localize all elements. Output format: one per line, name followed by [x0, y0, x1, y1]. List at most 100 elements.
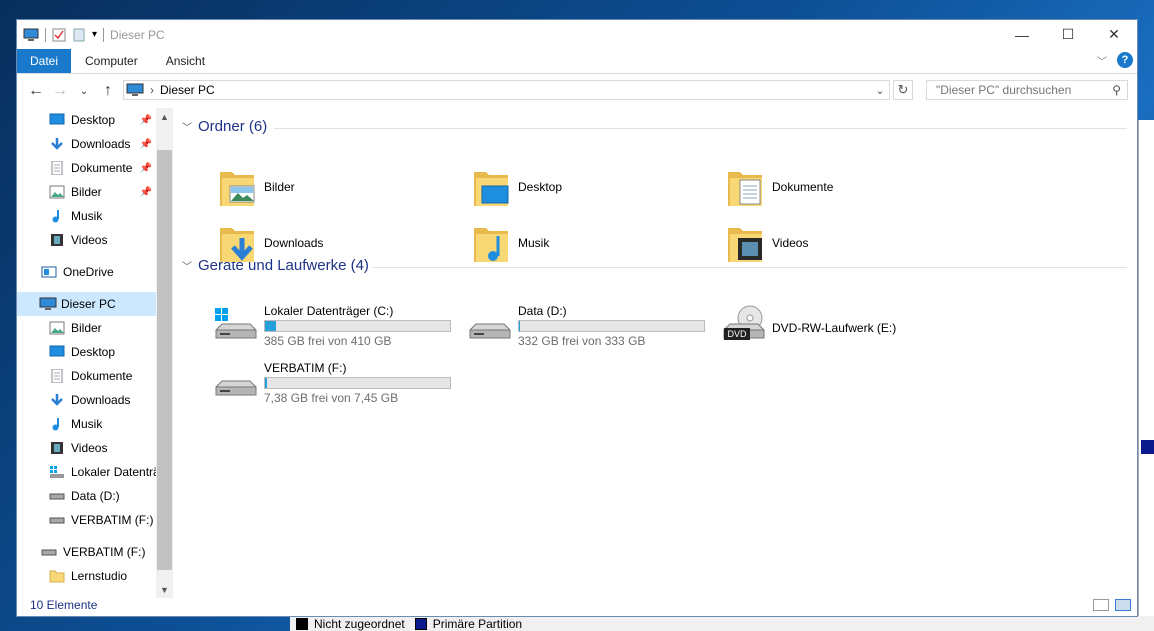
forward-button[interactable]: →: [49, 80, 71, 102]
drive-label: Data (D:): [518, 304, 567, 318]
sidebar-item-label: Downloads: [71, 137, 131, 151]
desktop-icon: [49, 345, 65, 359]
usage-bar: [264, 320, 451, 332]
usage-bar-fill: [265, 321, 276, 331]
explorer-window: ▾ Dieser PC — ☐ ✕ Datei Computer Ansicht…: [16, 19, 1138, 617]
free-space-text: 332 GB frei von 333 GB: [518, 334, 646, 348]
music-icon: [49, 209, 65, 223]
sidebar-item-dokumente[interactable]: Dokumente 📌: [17, 156, 172, 180]
refresh-button[interactable]: ↻: [893, 80, 913, 100]
folder-dokumente[interactable]: Dokumente: [726, 166, 833, 208]
new-folder-icon[interactable]: [72, 28, 86, 42]
drive-2[interactable]: DVD DVD-RW-Laufwerk (E:): [720, 304, 896, 344]
pictures-icon: [49, 321, 65, 335]
pin-icon: 📌: [139, 114, 152, 126]
sidebar-item-musik[interactable]: Musik: [17, 204, 172, 228]
title-bar[interactable]: ▾ Dieser PC — ☐ ✕: [17, 20, 1137, 49]
folder-downloads[interactable]: Downloads: [218, 222, 323, 264]
sidebar-item-5[interactable]: Videos: [17, 436, 172, 460]
scroll-thumb[interactable]: [157, 150, 172, 570]
drive-1[interactable]: Data (D:) 332 GB frei von 333 GB: [466, 304, 705, 348]
sidebar-item-label: VERBATIM (F:): [63, 545, 146, 559]
legend-unallocated: Nicht zugeordnet: [314, 616, 405, 631]
up-button[interactable]: ↑: [97, 80, 119, 102]
expand-ribbon-icon[interactable]: ﹀: [1097, 53, 1107, 68]
onedrive-icon: [41, 265, 57, 279]
sidebar-item-downloads[interactable]: Downloads 📌: [17, 132, 172, 156]
sidebar-item-onedrive[interactable]: OneDrive: [17, 260, 172, 284]
folders-group-title: Ordner (6): [198, 118, 268, 135]
sidebar-item-label: OneDrive: [63, 265, 114, 279]
computer-icon: [39, 297, 57, 311]
recent-locations-button[interactable]: ⌄: [73, 80, 95, 102]
music-folder-icon: [472, 222, 510, 264]
breadcrumb-separator[interactable]: ›: [150, 83, 154, 97]
sidebar-item-videos[interactable]: Videos: [17, 228, 172, 252]
videos-icon: [49, 441, 65, 455]
sidebar-item-1[interactable]: Desktop: [17, 340, 172, 364]
details-view-icon[interactable]: [1093, 599, 1109, 611]
drive-icon: [41, 545, 57, 559]
sidebar-item-desktop[interactable]: Desktop 📌: [17, 108, 172, 132]
status-bar: 10 Elemente: [17, 594, 1137, 616]
sidebar-item-0[interactable]: Bilder: [17, 316, 172, 340]
search-input[interactable]: [934, 82, 1108, 98]
sidebar-item-dieser-pc[interactable]: Dieser PC: [17, 292, 172, 316]
navigation-pane: Desktop 📌 Downloads 📌 Dokumente 📌 Bilder 📌 Musik…: [17, 108, 172, 598]
search-icon: ⚲: [1112, 83, 1121, 97]
item-count: 10 Elemente: [30, 598, 98, 612]
tab-ansicht[interactable]: Ansicht: [152, 49, 219, 73]
back-button[interactable]: ←: [25, 80, 47, 102]
drive-0[interactable]: Lokaler Datenträger (C:) 385 GB frei von …: [212, 304, 451, 348]
free-space-text: 7,38 GB frei von 7,45 GB: [264, 391, 399, 405]
search-box[interactable]: ⚲: [926, 80, 1128, 100]
customize-quick-access-icon[interactable]: ▾: [92, 29, 97, 40]
collapse-icon[interactable]: ﹀: [182, 258, 192, 273]
videos-icon: [49, 233, 65, 247]
sidebar-item-4[interactable]: Musik: [17, 412, 172, 436]
folder-bilder[interactable]: Bilder: [218, 166, 295, 208]
window-title: Dieser PC: [110, 27, 165, 42]
downloads-icon: [49, 137, 65, 151]
sidebar-item-bilder[interactable]: Bilder 📌: [17, 180, 172, 204]
tiles-view-icon[interactable]: [1115, 599, 1131, 611]
sidebar-item-usb[interactable]: VERBATIM (F:): [17, 540, 172, 564]
pin-icon: 📌: [139, 138, 152, 150]
close-button[interactable]: ✕: [1091, 20, 1137, 49]
tab-datei[interactable]: Datei: [17, 49, 72, 73]
maximize-button[interactable]: ☐: [1045, 20, 1091, 49]
folders-group-header[interactable]: ﹀ Ordner (6): [182, 118, 267, 135]
pin-icon: 📌: [139, 186, 152, 198]
documents-icon: [49, 160, 65, 176]
sidebar-item-3[interactable]: Downloads: [17, 388, 172, 412]
folder-desktop[interactable]: Desktop: [472, 166, 562, 208]
sidebar-item-8[interactable]: VERBATIM (F:): [17, 508, 172, 532]
address-bar[interactable]: › Dieser PC ⌄: [123, 80, 890, 100]
breadcrumb[interactable]: Dieser PC: [160, 83, 215, 97]
help-icon[interactable]: ?: [1117, 52, 1133, 68]
folder-musik[interactable]: Musik: [472, 222, 549, 264]
sidebar-item-2[interactable]: Dokumente: [17, 364, 172, 388]
disk-management-legend: Nicht zugeordnet Primäre Partition: [290, 616, 1154, 631]
sidebar-item-lernstudio[interactable]: Lernstudio: [17, 564, 172, 588]
sidebar-item-label: Lokaler Datenträ: [71, 465, 160, 479]
sidebar-item-label: Musik: [71, 209, 103, 223]
sidebar-item-label: Dokumente: [71, 369, 133, 383]
sidebar-item-label: Videos: [71, 233, 108, 247]
sidebar-item-label: Downloads: [71, 393, 131, 407]
sidebar-scrollbar[interactable]: ▲ ▼: [156, 108, 173, 598]
tab-computer[interactable]: Computer: [71, 49, 152, 73]
sidebar-item-7[interactable]: Data (D:): [17, 484, 172, 508]
folder-videos[interactable]: Videos: [726, 222, 808, 264]
legend-primary: Primäre Partition: [432, 616, 523, 631]
drive-3[interactable]: VERBATIM (F:) 7,38 GB frei von 7,45 GB: [212, 361, 451, 405]
divider: [372, 267, 1127, 268]
usage-bar-fill: [519, 321, 520, 331]
computer-icon[interactable]: [23, 28, 39, 42]
collapse-icon[interactable]: ﹀: [182, 119, 192, 134]
sidebar-item-6[interactable]: Lokaler Datenträ: [17, 460, 172, 484]
minimize-button[interactable]: —: [999, 20, 1045, 49]
scroll-up-icon[interactable]: ▲: [156, 108, 173, 125]
chevron-down-icon[interactable]: ⌄: [871, 81, 889, 99]
properties-icon[interactable]: [52, 28, 66, 42]
